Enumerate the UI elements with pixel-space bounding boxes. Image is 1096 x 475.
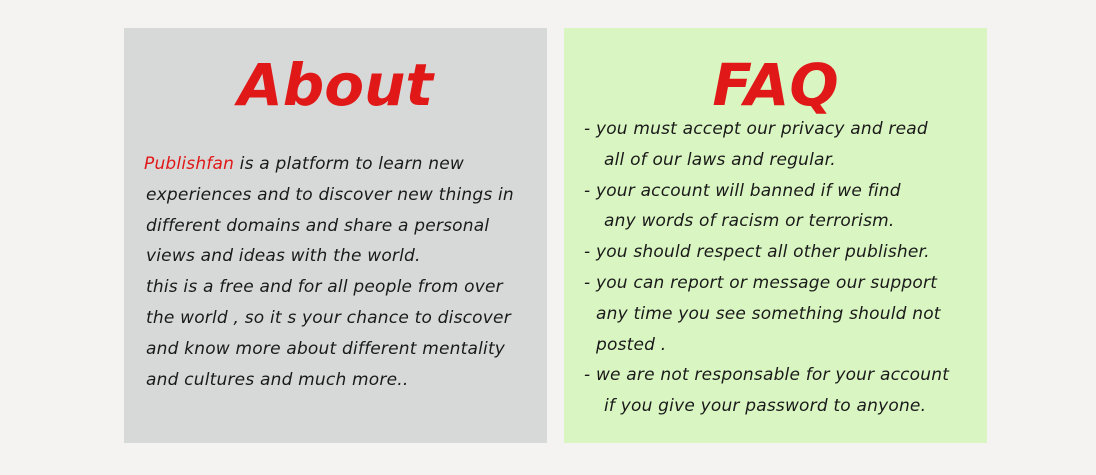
about-line-7: and know more about different mentality	[146, 338, 506, 359]
faq-item-2: - your account will banned if we find	[584, 180, 901, 201]
faq-item-3: - you should respect all other publisher…	[584, 242, 930, 263]
faq-item-1: - you must accept our privacy and read	[584, 119, 928, 139]
about-line-8: and cultures and much more..	[146, 369, 409, 390]
page: About Publishfan is a platform to learn …	[0, 0, 1096, 475]
about-description: Publishfan is a platform to learn new ex…	[144, 149, 544, 395]
faq-list: - you must accept our privacy and read a…	[584, 114, 984, 422]
about-line-6: the world , so it s your chance to disco…	[146, 307, 511, 328]
faq-panel: FAQ - you must accept our privacy and re…	[564, 28, 987, 443]
faq-item-4-cont: any time you see something should not	[596, 303, 941, 324]
about-line-4: views and ideas with the world.	[146, 246, 421, 267]
faq-title: FAQ	[712, 51, 839, 119]
faq-item-5: - we are not responsable for your accoun…	[584, 365, 950, 386]
faq-item-1-cont: all of our laws and regular.	[604, 149, 836, 170]
brand-name: Publishfan	[144, 154, 235, 174]
faq-item-4: - you can report or message our support	[584, 272, 938, 293]
about-line-3: different domains and share a personal	[146, 215, 490, 236]
about-line-5: this is a free and for all people from o…	[146, 277, 503, 298]
faq-item-2-cont: any words of racism or terrorism.	[604, 211, 895, 232]
about-line-1: Publishfan is a platform to learn new	[144, 149, 544, 180]
about-line-2: experiences and to discover new things i…	[146, 184, 514, 205]
about-line-1-text: is a platform to learn new	[234, 154, 464, 174]
faq-item-5-cont: if you give your password to anyone.	[604, 396, 927, 417]
faq-item-4-cont-2: posted .	[596, 334, 667, 355]
about-panel: About Publishfan is a platform to learn …	[124, 28, 547, 443]
about-title: About	[237, 51, 434, 119]
